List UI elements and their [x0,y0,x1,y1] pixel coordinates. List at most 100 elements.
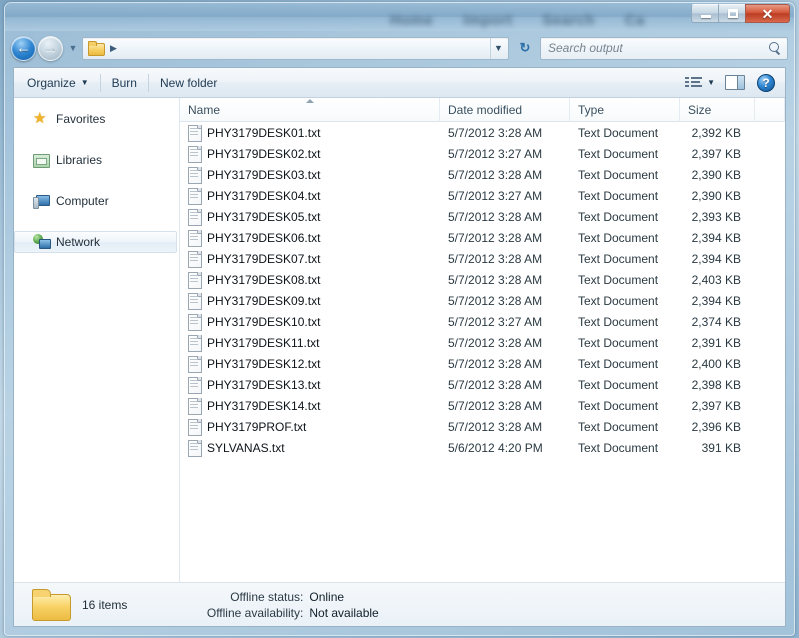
file-name-cell[interactable]: SYLVANAS.txt [180,437,440,458]
text-document-icon [188,272,202,289]
file-type-cell: Text Document [578,335,659,350]
file-row-filler [755,269,785,290]
file-name-cell[interactable]: PHY3179DESK14.txt [180,395,440,416]
sidebar-item-network[interactable]: Network [14,231,177,253]
sidebar-item-label: Libraries [56,153,103,167]
file-name-label: PHY3179DESK03.txt [207,167,321,182]
address-bar[interactable]: ▶ ▼ [82,36,509,60]
file-date-cell: 5/7/2012 3:28 AM [448,167,543,182]
navigation-bar: ← → ▼ ▶ ▼ ↻ [5,31,794,65]
forward-button[interactable]: → [38,35,63,61]
file-name-cell[interactable]: PHY3179DESK04.txt [180,185,440,206]
file-name-cell[interactable]: PHY3179DESK03.txt [180,164,440,185]
file-name-label: PHY3179DESK11.txt [207,335,320,350]
column-header-type[interactable]: Type [570,98,680,122]
table-row[interactable]: SYLVANAS.txt 5/6/2012 4:20 PM Text Documen… [180,437,785,458]
file-size-cell: 2,390 KB [691,167,741,182]
file-date-cell: 5/7/2012 3:28 AM [448,335,543,350]
column-header-name[interactable]: Name [180,98,440,122]
file-name-cell[interactable]: PHY3179DESK08.txt [180,269,440,290]
search-box[interactable] [540,36,788,60]
table-row[interactable]: PHY3179DESK06.txt 5/7/2012 3:28 AM Text Do… [180,227,785,248]
file-name-cell[interactable]: PHY3179DESK09.txt [180,290,440,311]
organize-button[interactable]: Organize ▼ [18,71,98,95]
file-name-label: PHY3179DESK04.txt [207,188,321,203]
folder-icon [32,589,71,621]
table-row[interactable]: PHY3179DESK04.txt 5/7/2012 3:27 AM Text Do… [180,185,785,206]
file-row-filler [755,122,785,143]
file-name-label: PHY3179DESK10.txt [207,314,321,329]
view-mode-icon[interactable] [685,76,703,90]
navigation-pane: ★ Favorites Libraries Computer Network [14,98,180,582]
back-button[interactable]: ← [11,35,36,61]
table-row[interactable]: PHY3179DESK14.txt 5/7/2012 3:28 AM Text Do… [180,395,785,416]
table-row[interactable]: PHY3179DESK10.txt 5/7/2012 3:27 AM Text Do… [180,311,785,332]
file-name-cell[interactable]: PHY3179DESK11.txt [180,332,440,353]
file-name-cell[interactable]: PHY3179DESK02.txt [180,143,440,164]
file-type-cell: Text Document [578,314,659,329]
minimize-button[interactable] [691,4,719,23]
table-row[interactable]: PHY3179DESK13.txt 5/7/2012 3:28 AM Text Do… [180,374,785,395]
toolbar-right-group: ▼ ? [685,73,781,92]
refresh-button[interactable]: ↻ [514,40,536,56]
file-row-filler [755,164,785,185]
text-document-icon [188,377,202,394]
file-size-cell: 2,396 KB [691,419,741,434]
search-input[interactable] [546,40,769,56]
history-dropdown-button[interactable]: ▼ [66,43,80,53]
table-row[interactable]: PHY3179DESK08.txt 5/7/2012 3:28 AM Text Do… [180,269,785,290]
content-split: ★ Favorites Libraries Computer Network N… [14,98,785,582]
text-document-icon [188,356,202,373]
file-date-cell: 5/7/2012 3:27 AM [448,146,543,161]
table-row[interactable]: PHY3179DESK02.txt 5/7/2012 3:27 AM Text Do… [180,143,785,164]
file-name-cell[interactable]: PHY3179DESK13.txt [180,374,440,395]
file-name-cell[interactable]: PHY3179PROF.txt [180,416,440,437]
file-size-cell: 2,374 KB [691,314,741,329]
text-document-icon [188,293,202,310]
new-folder-button[interactable]: New folder [151,71,226,95]
file-size-cell: 2,393 KB [691,209,741,224]
close-button[interactable]: ✕ [745,4,790,23]
view-mode-chevron-down-icon[interactable]: ▼ [707,78,715,87]
burn-button[interactable]: Burn [103,71,146,95]
file-name-cell[interactable]: PHY3179DESK10.txt [180,311,440,332]
table-row[interactable]: PHY3179DESK03.txt 5/7/2012 3:28 AM Text Do… [180,164,785,185]
help-icon[interactable]: ? [757,73,775,92]
title-bar[interactable]: Home Import Search Ca ✕ [5,3,794,31]
sidebar-item-computer[interactable]: Computer [14,190,177,212]
file-name-cell[interactable]: PHY3179DESK01.txt [180,122,440,143]
maximize-button[interactable] [718,4,746,23]
file-row-filler [755,437,785,458]
column-header-size[interactable]: Size [680,98,755,122]
text-document-icon [188,188,202,205]
file-name-cell[interactable]: PHY3179DESK06.txt [180,227,440,248]
file-type-cell: Text Document [578,125,659,140]
sidebar-item-libraries[interactable]: Libraries [14,149,177,171]
ghost-text-4: Ca [624,12,645,29]
file-name-cell[interactable]: PHY3179DESK12.txt [180,353,440,374]
address-dropdown-icon[interactable]: ▼ [490,37,506,59]
text-document-icon [188,398,202,415]
table-row[interactable]: PHY3179DESK09.txt 5/7/2012 3:28 AM Text Do… [180,290,785,311]
table-row[interactable]: PHY3179DESK01.txt 5/7/2012 3:28 AM Text Do… [180,122,785,143]
table-row[interactable]: PHY3179DESK11.txt 5/7/2012 3:28 AM Text Do… [180,332,785,353]
column-header-date-modified[interactable]: Date modified [440,98,570,122]
file-name-label: PHY3179DESK07.txt [207,251,321,266]
back-arrow-icon: ← [16,39,31,57]
preview-pane-button[interactable] [725,75,745,90]
table-row[interactable]: PHY3179PROF.txt 5/7/2012 3:28 AM Text Docu… [180,416,785,437]
status-content: 16 items Offline status: Online Offline … [82,590,379,620]
table-row[interactable]: PHY3179DESK07.txt 5/7/2012 3:28 AM Text Do… [180,248,785,269]
sidebar-item-favorites[interactable]: ★ Favorites [14,108,177,130]
breadcrumb-chevron-icon[interactable]: ▶ [110,43,117,54]
file-name-cell[interactable]: PHY3179DESK05.txt [180,206,440,227]
file-size-cell: 2,394 KB [691,230,741,245]
file-size-cell: 2,394 KB [691,293,741,308]
file-size-cell: 391 KB [701,440,741,455]
table-row[interactable]: PHY3179DESK05.txt 5/7/2012 3:28 AM Text Do… [180,206,785,227]
file-name-cell[interactable]: PHY3179DESK07.txt [180,248,440,269]
table-row[interactable]: PHY3179DESK12.txt 5/7/2012 3:28 AM Text Do… [180,353,785,374]
text-document-icon [188,335,202,352]
search-icon[interactable] [769,41,782,55]
organize-label: Organize [27,75,76,90]
